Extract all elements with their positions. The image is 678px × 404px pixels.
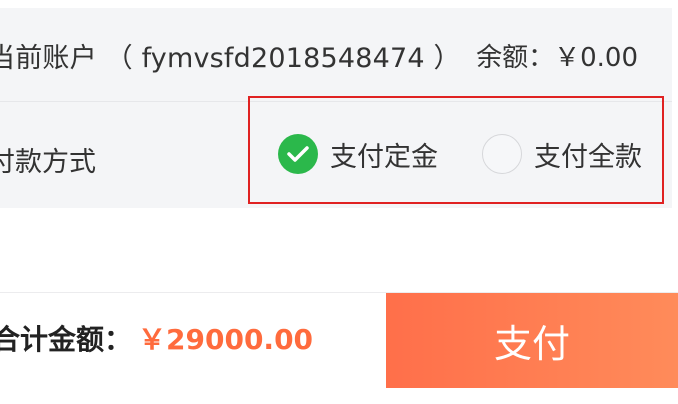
option-pay-deposit[interactable]: 支付定金	[278, 134, 438, 174]
total-amount-row: 合计金额： ￥29000.00	[0, 318, 313, 358]
option-pay-full[interactable]: 支付全款	[482, 134, 642, 174]
total-amount: ￥29000.00	[138, 323, 314, 356]
pay-button[interactable]: 支付	[386, 293, 678, 388]
option-pay-full-label: 支付全款	[534, 141, 642, 173]
balance-label: 余额：￥0.00	[476, 43, 638, 73]
account-label: 当前账户 （ fymvsfd2018548474 ）	[0, 43, 461, 74]
total-label: 合计金额：	[0, 323, 133, 356]
radio-selected-check-icon[interactable]	[278, 134, 318, 174]
check-icon	[287, 146, 309, 162]
account-row: 当前账户 （ fymvsfd2018548474 ） 余额：￥0.00	[0, 8, 672, 101]
radio-unselected-icon[interactable]	[482, 134, 522, 174]
payment-method-label: 付款方式	[0, 147, 96, 178]
option-pay-deposit-label: 支付定金	[330, 141, 438, 173]
